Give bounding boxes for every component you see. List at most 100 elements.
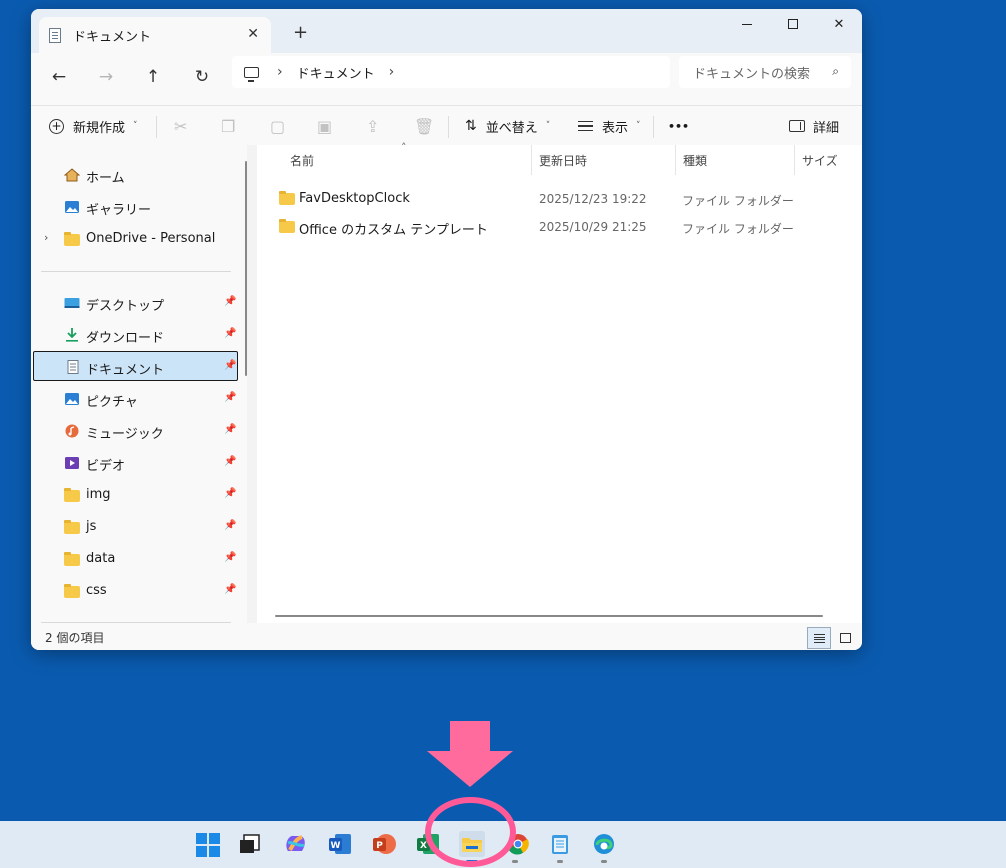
sort-icon: ⇅	[465, 118, 477, 134]
sidebar-item-label: js	[86, 519, 97, 534]
sidebar-item-data[interactable]: data 📌	[31, 544, 237, 574]
view-button[interactable]: 表示 ˅	[578, 106, 641, 146]
view-icon	[578, 121, 593, 131]
delete-button[interactable]: 🗑	[414, 106, 434, 146]
sidebar-item-home[interactable]: ホーム	[31, 160, 237, 190]
search-icon: ⌕	[832, 64, 839, 78]
sidebar-item-label: ホーム	[86, 171, 125, 186]
paste-button[interactable]: ▢	[270, 106, 285, 146]
sidebar-item-label: img	[86, 487, 111, 502]
pin-icon[interactable]: 📌	[224, 552, 236, 563]
share-button[interactable]: ⇪	[366, 106, 379, 146]
sidebar-item-label: ギャラリー	[86, 203, 152, 218]
minimize-button[interactable]	[724, 9, 770, 39]
chevron-right-icon[interactable]: ›	[277, 64, 283, 80]
navigation-pane: ホーム ギャラリー › OneDrive - Personal デスクトップ 📌	[31, 145, 247, 623]
column-divider[interactable]	[794, 145, 795, 175]
details-pane-button[interactable]: 詳細	[789, 106, 839, 146]
word-icon[interactable]: W	[327, 831, 353, 857]
address-bar[interactable]: › ドキュメント ›	[232, 56, 670, 88]
up-button[interactable]: ↑	[141, 67, 165, 87]
divider	[653, 116, 654, 138]
column-divider[interactable]	[675, 145, 676, 175]
status-bar: 2 個の項目	[31, 623, 862, 650]
folder-icon	[64, 552, 80, 566]
new-button[interactable]: + 新規作成 ˅	[49, 106, 138, 146]
table-row[interactable]: Office のカスタム テンプレート 2025/10/29 21:25 ファイ…	[257, 214, 857, 240]
document-icon	[49, 27, 61, 43]
sidebar-item-label: ピクチャ	[86, 395, 138, 410]
pin-icon[interactable]: 📌	[224, 488, 236, 499]
file-name: FavDesktopClock	[299, 191, 410, 206]
pin-icon[interactable]: 📌	[224, 520, 236, 531]
file-explorer-window: ドキュメント ✕ + ✕ ← → ↑ ↻ › ドキュメント › ドキュメントの検…	[31, 9, 862, 650]
column-header-type[interactable]: 種類	[683, 145, 793, 175]
tiles-view-button[interactable]	[833, 627, 857, 649]
pin-icon[interactable]: 📌	[224, 424, 236, 435]
sidebar-item-css[interactable]: css 📌	[31, 576, 237, 606]
maximize-button[interactable]	[770, 9, 816, 39]
sidebar-item-pictures[interactable]: ピクチャ 📌	[31, 384, 237, 414]
cut-button[interactable]: ✂	[174, 106, 187, 146]
search-input[interactable]: ドキュメントの検索 ⌕	[679, 56, 851, 88]
column-header-date[interactable]: 更新日時	[539, 145, 679, 175]
sidebar-item-gallery[interactable]: ギャラリー	[31, 192, 237, 222]
table-row[interactable]: FavDesktopClock 2025/12/23 19:22 ファイル フォ…	[257, 186, 857, 212]
details-label: 詳細	[813, 120, 840, 136]
maximize-icon	[788, 19, 798, 29]
sidebar-item-img[interactable]: img 📌	[31, 480, 237, 510]
details-view-button[interactable]	[807, 627, 831, 649]
more-options-button[interactable]: •••	[668, 106, 689, 146]
pin-icon[interactable]: 📌	[224, 360, 236, 371]
window-controls: ✕	[724, 9, 862, 39]
sidebar-item-music[interactable]: ミュージック 📌	[31, 416, 237, 446]
pin-icon[interactable]: 📌	[224, 328, 236, 339]
file-type: ファイル フォルダー	[682, 194, 794, 208]
copy-button[interactable]: ❐	[221, 106, 235, 146]
breadcrumb-documents[interactable]: ドキュメント	[297, 63, 375, 82]
pictures-icon	[64, 392, 80, 406]
sort-ascending-icon: ˄	[401, 141, 407, 154]
chevron-right-icon[interactable]: ›	[389, 64, 395, 80]
new-tab-button[interactable]: +	[293, 22, 308, 43]
file-date: 2025/12/23 19:22	[539, 192, 647, 206]
refresh-button[interactable]: ↻	[190, 67, 214, 87]
pin-icon[interactable]: 📌	[224, 296, 236, 307]
start-icon[interactable]	[196, 833, 220, 857]
tab-close-button[interactable]: ✕	[247, 26, 259, 42]
pointer-arrow-head	[427, 751, 513, 787]
column-header-size[interactable]: サイズ	[802, 145, 862, 175]
sidebar-item-onedrive[interactable]: › OneDrive - Personal	[31, 224, 237, 254]
sidebar-scrollbar[interactable]	[245, 161, 247, 376]
sidebar-item-documents[interactable]: ドキュメント 📌	[33, 351, 238, 381]
details-pane-icon	[789, 120, 805, 132]
back-button[interactable]: ←	[47, 67, 71, 87]
divider	[41, 271, 231, 272]
edge-icon[interactable]	[591, 831, 617, 857]
sidebar-item-downloads[interactable]: ダウンロード 📌	[31, 320, 237, 350]
notepad-icon[interactable]	[547, 831, 573, 857]
pin-icon[interactable]: 📌	[224, 584, 236, 595]
cut-icon: ✂	[174, 116, 188, 136]
sidebar-item-js[interactable]: js 📌	[31, 512, 237, 542]
copilot-icon[interactable]	[282, 831, 308, 857]
sidebar-item-videos[interactable]: ビデオ 📌	[31, 448, 237, 478]
pin-icon[interactable]: 📌	[224, 456, 236, 467]
tab-documents[interactable]: ドキュメント ✕	[39, 17, 271, 53]
close-button[interactable]: ✕	[816, 9, 862, 39]
sidebar-item-desktop[interactable]: デスクトップ 📌	[31, 288, 237, 318]
task-view-icon[interactable]	[237, 831, 263, 857]
sort-button[interactable]: ⇅ 並べ替え ˅	[465, 106, 550, 146]
search-placeholder: ドキュメントの検索	[693, 66, 811, 82]
folder-icon	[64, 584, 80, 598]
column-header-name[interactable]: 名前	[290, 145, 530, 175]
powerpoint-icon[interactable]: P	[371, 831, 397, 857]
rename-button[interactable]: ▣	[317, 106, 332, 146]
share-icon: ⇪	[366, 116, 380, 136]
column-divider[interactable]	[531, 145, 532, 175]
running-app-indicator	[557, 860, 563, 863]
chevron-right-icon[interactable]: ›	[44, 231, 48, 244]
pin-icon[interactable]: 📌	[224, 392, 236, 403]
forward-button[interactable]: →	[94, 67, 118, 87]
horizontal-scrollbar[interactable]	[275, 615, 823, 617]
